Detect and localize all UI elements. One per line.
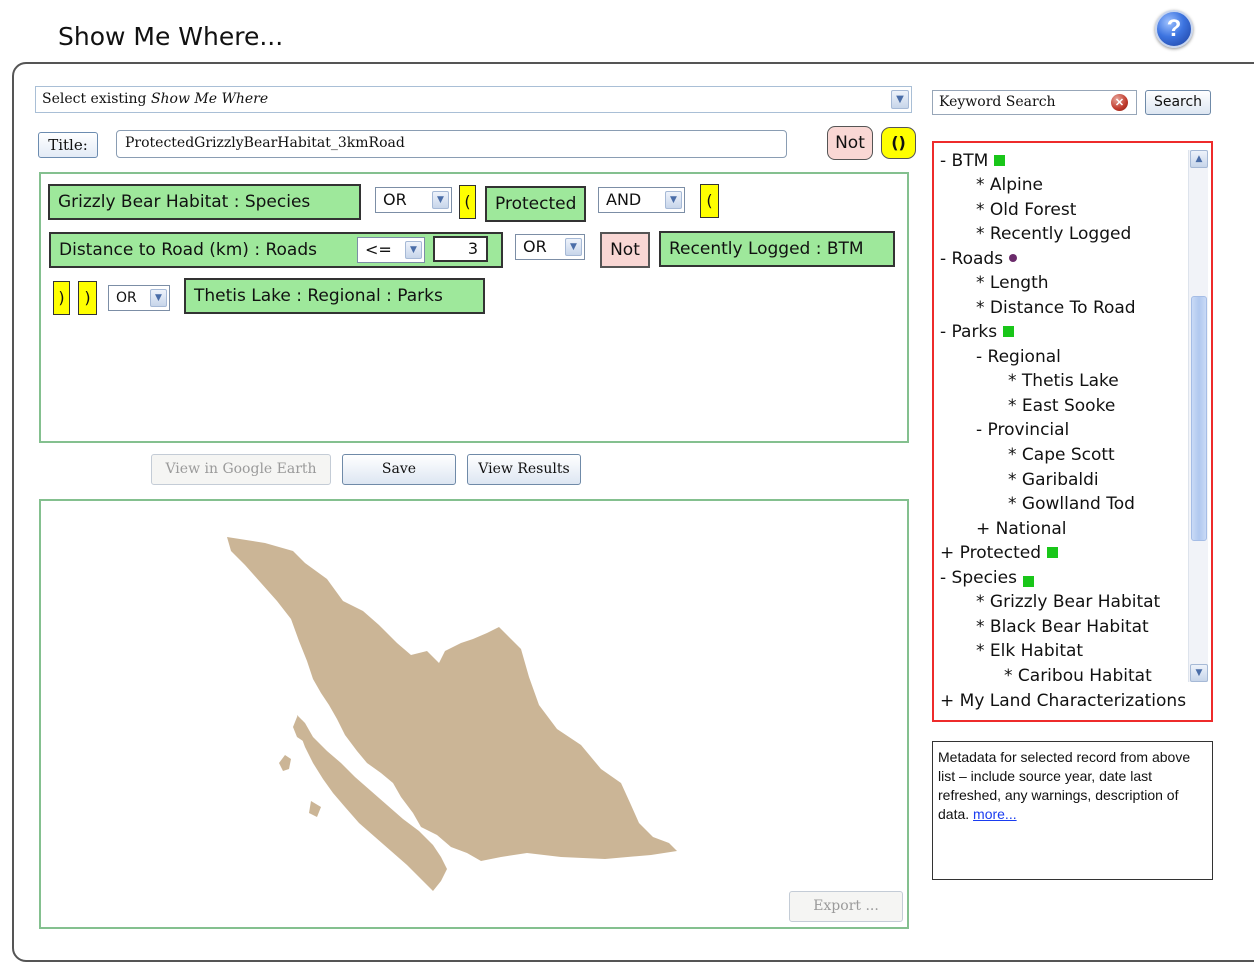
chevron-down-icon[interactable]: ▼ <box>150 289 167 307</box>
green-square-icon <box>994 155 1006 166</box>
tree-item-label: - Parks <box>940 322 998 342</box>
metadata-panel: Metadata for selected record from above … <box>932 741 1213 880</box>
tree-item[interactable]: * Alpine <box>976 173 1043 197</box>
tree-item[interactable]: * Elk Habitat <box>976 639 1083 663</box>
select-existing-dropdown[interactable]: Select existing Show Me Where ▼ <box>35 86 912 113</box>
tree-item[interactable]: * East Sooke <box>1008 394 1115 418</box>
tree-item[interactable]: * Gowlland Tod <box>1008 492 1135 516</box>
save-button[interactable]: Save <box>342 454 456 485</box>
british-columbia-map <box>227 537 677 891</box>
tree-item-protected[interactable]: + Protected <box>940 541 1059 565</box>
query-term[interactable]: Recently Logged : BTM <box>659 231 895 267</box>
coastal-islands <box>309 801 321 817</box>
close-paren-token[interactable]: ) <box>53 281 70 315</box>
query-term[interactable]: Grizzly Bear Habitat : Species <box>48 184 361 220</box>
chevron-down-icon[interactable]: ▼ <box>665 191 682 209</box>
help-icon[interactable]: ? <box>1155 10 1193 48</box>
clear-icon[interactable]: ✕ <box>1111 94 1128 111</box>
chevron-up-icon[interactable]: ▲ <box>1190 150 1208 168</box>
search-button[interactable]: Search <box>1145 90 1211 115</box>
tree-item-label: - Roads <box>940 249 1004 269</box>
comparator-select[interactable]: <= ▼ <box>357 237 425 263</box>
not-operator-button[interactable]: Not <box>827 126 873 160</box>
operator-select[interactable]: OR ▼ <box>375 187 452 213</box>
tree-item[interactable]: * Caribou Habitat <box>1004 664 1152 688</box>
comparator-select-value: <= <box>365 240 392 259</box>
select-existing-prefix: Select existing <box>42 91 151 107</box>
tree-item[interactable]: * Old Forest <box>976 198 1076 222</box>
tree-item[interactable]: - Provincial <box>976 418 1069 442</box>
operator-select-value: OR <box>523 237 547 256</box>
tree-scrollbar[interactable]: ▲ ▼ <box>1188 150 1208 682</box>
not-token[interactable]: Not <box>600 232 650 268</box>
tree-item-label: - Species <box>940 568 1017 588</box>
title-input[interactable]: ProtectedGrizzlyBearHabitat_3kmRoad <box>116 130 787 158</box>
chevron-down-icon[interactable]: ▼ <box>891 90 909 109</box>
chevron-down-icon[interactable]: ▼ <box>432 191 449 209</box>
operator-select-value: AND <box>606 190 642 209</box>
chevron-down-icon[interactable]: ▼ <box>565 238 582 256</box>
keyword-search-placeholder: Keyword Search <box>939 94 1056 110</box>
title-label: Title: <box>38 132 98 158</box>
tree-item-roads[interactable]: - Roads <box>940 247 1018 271</box>
operator-select[interactable]: OR ▼ <box>515 234 585 260</box>
distance-number-input[interactable]: 3 <box>433 236 488 262</box>
green-square-icon <box>1047 547 1059 558</box>
province-landmass <box>227 537 677 861</box>
chevron-down-icon[interactable]: ▼ <box>1190 664 1208 682</box>
query-term[interactable]: Protected <box>485 186 586 222</box>
chevron-down-icon[interactable]: ▼ <box>405 241 422 259</box>
query-term-label: Distance to Road (km) : Roads <box>59 240 317 260</box>
tree-item-label: - BTM <box>940 151 989 171</box>
tree-item[interactable]: * Recently Logged <box>976 222 1131 246</box>
tree-item[interactable]: * Cape Scott <box>1008 443 1115 467</box>
layer-tree: - BTM * Alpine * Old Forest * Recently L… <box>932 141 1213 722</box>
scrollbar-thumb[interactable] <box>1191 296 1207 541</box>
query-term[interactable]: Thetis Lake : Regional : Parks <box>184 278 485 314</box>
tree-item[interactable]: * Length <box>976 271 1049 295</box>
tree-item-label: + Protected <box>940 543 1042 563</box>
tree-item[interactable]: - Regional <box>976 345 1061 369</box>
tree-item-species[interactable]: - Species <box>940 566 1034 590</box>
view-results-button[interactable]: View Results <box>467 454 581 485</box>
operator-select-value: OR <box>383 190 407 209</box>
open-paren-token[interactable]: ( <box>700 184 719 218</box>
query-builder: Grizzly Bear Habitat : Species OR ▼ ( Pr… <box>39 172 909 443</box>
view-in-google-earth-button[interactable]: View in Google Earth <box>151 454 331 485</box>
green-square-icon <box>1022 576 1034 587</box>
purple-dot-icon <box>1009 254 1018 262</box>
export-button[interactable]: Export ... <box>789 891 903 922</box>
open-paren-token[interactable]: ( <box>459 185 476 219</box>
tree-item[interactable]: * Distance To Road <box>976 296 1136 320</box>
tree-item[interactable]: + National <box>976 517 1067 541</box>
operator-select-value: OR <box>116 290 137 306</box>
operator-select[interactable]: OR ▼ <box>108 285 170 311</box>
green-square-icon <box>1003 326 1015 337</box>
parentheses-button[interactable]: () <box>881 127 916 159</box>
tree-item[interactable]: * Black Bear Habitat <box>976 615 1149 639</box>
coastal-islands <box>279 755 291 771</box>
page-title: Show Me Where... <box>58 22 284 51</box>
tree-item[interactable]: * Grizzly Bear Habitat <box>976 590 1160 614</box>
tree-item-btm[interactable]: - BTM <box>940 149 1006 173</box>
more-link[interactable]: more... <box>973 806 1017 822</box>
tree-item-parks[interactable]: - Parks <box>940 320 1015 344</box>
tree-item[interactable]: + My Land Characterizations <box>940 689 1186 713</box>
keyword-search-input[interactable]: Keyword Search ✕ <box>932 90 1137 115</box>
close-paren-token[interactable]: ) <box>78 281 97 315</box>
tree-item[interactable]: * Garibaldi <box>1008 468 1099 492</box>
tree-item[interactable]: * Thetis Lake <box>1008 369 1119 393</box>
operator-select[interactable]: AND ▼ <box>598 187 685 213</box>
select-existing-italic: Show Me Where <box>150 91 269 107</box>
map-view[interactable]: Export ... <box>39 499 909 929</box>
